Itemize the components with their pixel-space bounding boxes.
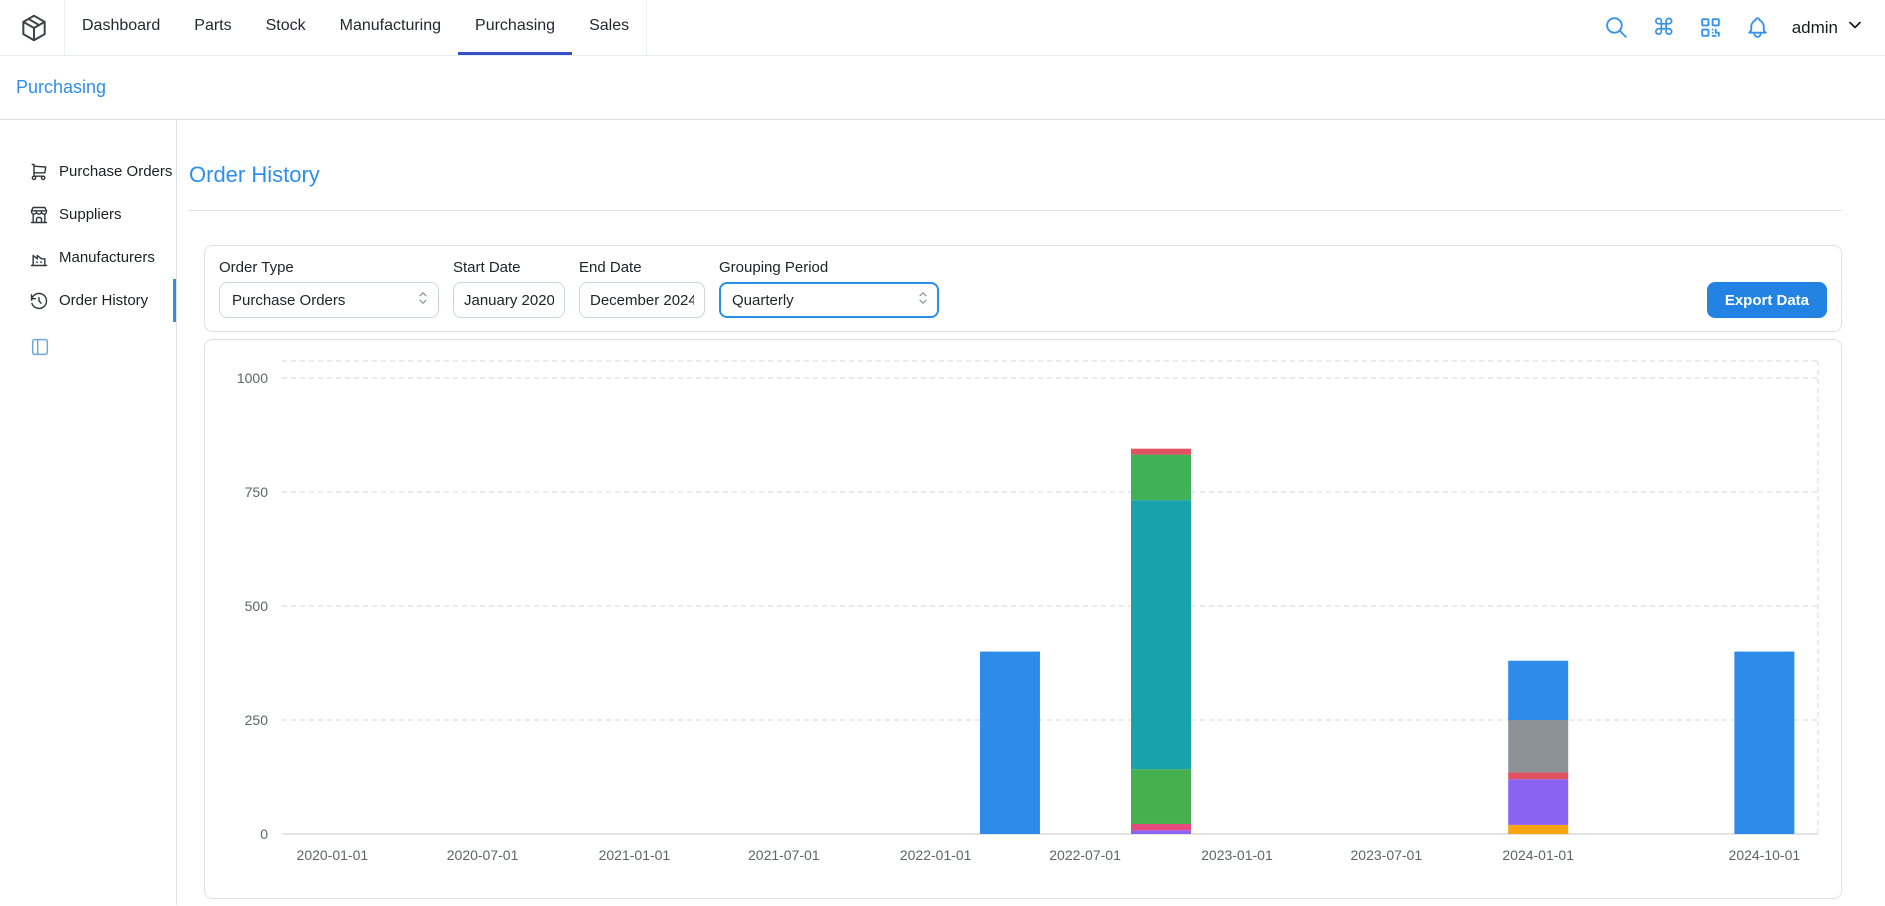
- sidebar-item-label: Purchase Orders: [59, 163, 172, 180]
- order-type-label: Order Type: [219, 259, 439, 276]
- nav-tab-parts[interactable]: Parts: [177, 0, 248, 55]
- svg-text:2020-01-01: 2020-01-01: [297, 847, 369, 863]
- grouping-period-value: Quarterly: [732, 292, 794, 309]
- svg-text:2021-07-01: 2021-07-01: [748, 847, 820, 863]
- layout-sidebar-icon[interactable]: [29, 336, 53, 360]
- sidebar-item-label: Suppliers: [59, 206, 122, 223]
- chevron-updown-icon: [414, 289, 432, 311]
- svg-text:2024-10-01: 2024-10-01: [1729, 847, 1801, 863]
- bell-icon[interactable]: [1745, 15, 1771, 41]
- svg-text:2024-01-01: 2024-01-01: [1502, 847, 1574, 863]
- qr-code-icon[interactable]: [1698, 15, 1724, 41]
- divider: [189, 210, 1842, 211]
- sidebar-item-purchase-orders[interactable]: Purchase Orders: [0, 150, 176, 193]
- page-title: Order History: [189, 162, 1842, 188]
- order-type-select[interactable]: Purchase Orders: [219, 282, 439, 318]
- grouping-period-label: Grouping Period: [719, 259, 939, 276]
- end-date-field: End Date: [579, 259, 705, 318]
- svg-text:2022-01-01: 2022-01-01: [900, 847, 972, 863]
- svg-text:1000: 1000: [237, 370, 268, 386]
- svg-text:2020-07-01: 2020-07-01: [447, 847, 519, 863]
- order-type-value: Purchase Orders: [232, 292, 345, 309]
- search-icon[interactable]: [1604, 15, 1630, 41]
- main-nav-tabs: Dashboard Parts Stock Manufacturing Purc…: [64, 0, 647, 55]
- main-panel: Order History Order Type Purchase Orders…: [177, 120, 1885, 905]
- sidebar-item-label: Manufacturers: [59, 249, 155, 266]
- nav-tab-stock[interactable]: Stock: [249, 0, 323, 55]
- start-date-label: Start Date: [453, 259, 565, 276]
- username: admin: [1792, 18, 1838, 38]
- navbar-actions: ⌘ admin: [1604, 0, 1865, 55]
- sidebar-item-label: Order History: [59, 292, 148, 309]
- chevron-down-icon: [1845, 15, 1865, 40]
- filter-panel: Order Type Purchase Orders Start Date En…: [204, 245, 1842, 332]
- end-date-input[interactable]: [579, 282, 705, 318]
- nav-tab-manufacturing[interactable]: Manufacturing: [323, 0, 458, 55]
- factory-icon: [29, 248, 49, 268]
- building-store-icon: [29, 205, 49, 225]
- export-data-button[interactable]: Export Data: [1707, 282, 1827, 318]
- end-date-label: End Date: [579, 259, 705, 276]
- svg-text:2021-01-01: 2021-01-01: [599, 847, 671, 863]
- svg-text:2023-07-01: 2023-07-01: [1351, 847, 1423, 863]
- start-date-field: Start Date: [453, 259, 565, 318]
- grouping-period-field: Grouping Period Quarterly: [719, 259, 939, 318]
- content-area: Purchase Orders Suppliers M: [0, 120, 1885, 905]
- command-icon[interactable]: ⌘: [1651, 15, 1677, 41]
- sidebar: Purchase Orders Suppliers M: [0, 120, 177, 905]
- order-type-field: Order Type Purchase Orders: [219, 259, 439, 318]
- order-history-chart: 0 250 500 750 1000 2020-01-01 2020-07-01 2021-0…: [217, 352, 1831, 888]
- breadcrumb-bar: Purchasing: [0, 56, 1885, 120]
- grouping-period-select[interactable]: Quarterly: [719, 282, 939, 318]
- nav-tab-dashboard[interactable]: Dashboard: [65, 0, 177, 55]
- chart-panel: 0 250 500 750 1000 2020-01-01 2020-07-01 2021-0…: [204, 339, 1842, 899]
- svg-text:2022-07-01: 2022-07-01: [1049, 847, 1121, 863]
- history-icon: [29, 291, 49, 311]
- chevron-updown-icon: [914, 289, 932, 311]
- sidebar-item-manufacturers[interactable]: Manufacturers: [0, 236, 176, 279]
- nav-tab-sales[interactable]: Sales: [572, 0, 646, 55]
- nav-tab-purchasing[interactable]: Purchasing: [458, 0, 572, 55]
- top-navbar: Dashboard Parts Stock Manufacturing Purc…: [0, 0, 1885, 56]
- svg-text:0: 0: [260, 826, 268, 842]
- svg-text:250: 250: [245, 712, 269, 728]
- sidebar-item-suppliers[interactable]: Suppliers: [0, 193, 176, 236]
- sidebar-item-order-history[interactable]: Order History: [0, 279, 176, 322]
- svg-text:500: 500: [245, 598, 269, 614]
- app-logo-icon[interactable]: [18, 0, 50, 55]
- start-date-input[interactable]: [453, 282, 565, 318]
- breadcrumb-purchasing[interactable]: Purchasing: [16, 77, 106, 98]
- svg-text:750: 750: [245, 484, 269, 500]
- user-menu[interactable]: admin: [1792, 15, 1865, 40]
- svg-text:2023-01-01: 2023-01-01: [1201, 847, 1273, 863]
- shopping-cart-icon: [29, 162, 49, 182]
